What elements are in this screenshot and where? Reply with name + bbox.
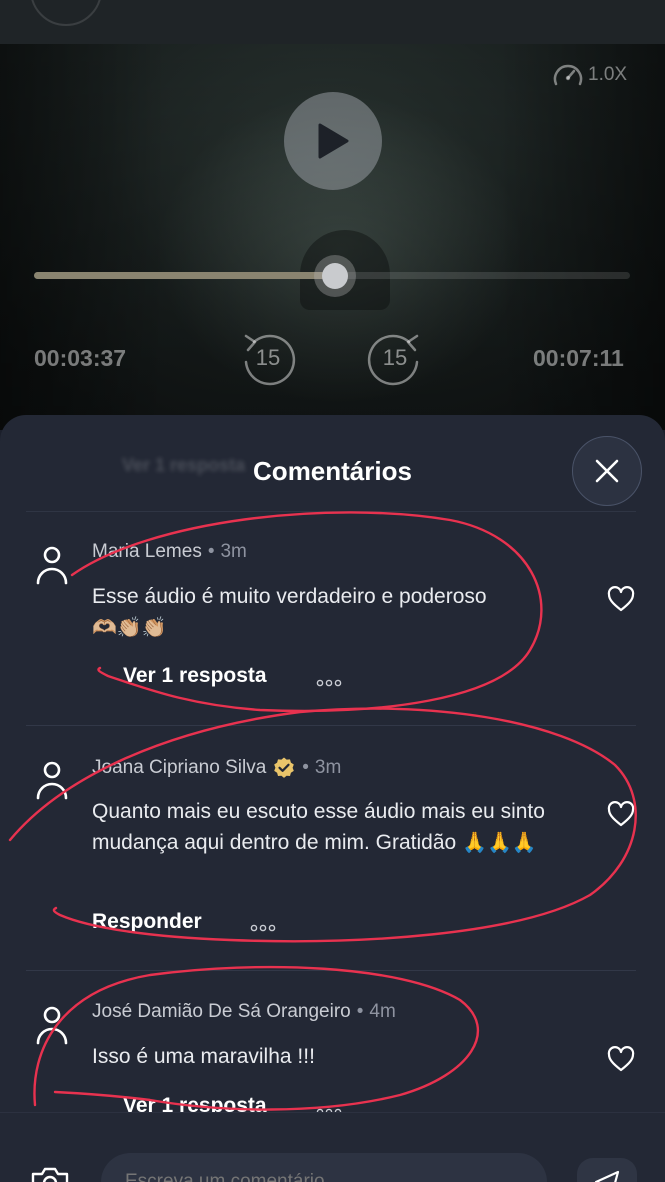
user-icon <box>36 1006 68 1045</box>
more-options-button[interactable] <box>250 919 276 932</box>
speed-label: 1.0X <box>588 64 628 85</box>
rewind-label: 15 <box>255 345 281 370</box>
author-name[interactable]: Maria Lemes <box>92 541 202 563</box>
author-name[interactable]: José Damião De Sá Orangeiro <box>92 1001 351 1023</box>
progress-fill <box>34 272 335 279</box>
comment-header: Joana Cipriano Silva • 3m <box>92 756 341 780</box>
comment-time: 3m <box>220 541 247 562</box>
send-icon <box>594 1170 620 1182</box>
close-button[interactable] <box>572 436 642 506</box>
more-dots-icon <box>250 924 276 932</box>
camera-icon[interactable] <box>30 1166 70 1182</box>
more-options-button[interactable] <box>316 674 342 687</box>
heart-icon <box>607 586 635 612</box>
reply-link[interactable]: Responder <box>92 910 202 934</box>
separator-dot: • <box>302 757 309 778</box>
rewind-15-button[interactable]: 15 <box>236 328 300 388</box>
author-name[interactable]: Joana Cipriano Silva <box>92 757 266 779</box>
view-replies-link[interactable]: Ver 1 resposta <box>123 664 267 688</box>
comment-divider <box>26 970 636 971</box>
back-button[interactable] <box>30 0 102 26</box>
elapsed-time: 00:03:37 <box>34 345 127 371</box>
comment-divider <box>26 725 636 726</box>
send-button[interactable] <box>577 1158 637 1182</box>
play-button[interactable] <box>284 92 382 190</box>
comment-emoji: 🙏🙏🙏 <box>462 832 537 854</box>
user-icon <box>36 546 68 585</box>
comment-header: José Damião De Sá Orangeiro • 4m <box>92 1001 396 1023</box>
avatar[interactable] <box>34 545 70 585</box>
heart-icon <box>607 1046 635 1072</box>
top-bar <box>0 0 665 44</box>
separator-dot: • <box>356 1001 364 1022</box>
progress-slider[interactable] <box>34 255 630 297</box>
speedometer-icon <box>553 64 583 86</box>
progress-knob[interactable] <box>313 255 356 297</box>
avatar[interactable] <box>34 760 70 800</box>
verified-badge-icon <box>274 757 295 778</box>
user-icon <box>36 761 68 800</box>
forward-label: 15 <box>382 345 408 370</box>
header-divider <box>26 511 636 512</box>
playback-speed-button[interactable]: 1.0X <box>552 62 627 88</box>
like-button[interactable] <box>607 586 635 612</box>
separator-dot: • <box>207 541 215 562</box>
comment-time: 3m <box>314 757 342 778</box>
more-dots-icon <box>316 679 342 687</box>
comment-text: Isso é uma maravilha !!! <box>92 1041 597 1072</box>
close-icon <box>595 459 619 483</box>
like-button[interactable] <box>607 801 635 827</box>
comment-emoji: 🫶🏼👏🏼👏🏼 <box>92 617 167 639</box>
play-icon <box>318 123 349 159</box>
more-options-button[interactable] <box>316 1103 342 1116</box>
heart-icon <box>607 801 635 827</box>
audio-player: 1.0X 00:03:37 00:07:11 15 15 <box>0 0 665 430</box>
comment-text-content: Isso é uma maravilha !!! <box>92 1045 315 1068</box>
comment-text-content: Esse áudio é muito verdadeiro e poderoso <box>92 585 487 608</box>
comment-text: Quanto mais eu escuto esse áudio mais eu… <box>92 796 597 859</box>
avatar[interactable] <box>34 1005 70 1045</box>
forward-15-button[interactable]: 15 <box>363 328 427 388</box>
comment-text: Esse áudio é muito verdadeiro e poderoso… <box>92 581 597 644</box>
comment-header: Maria Lemes • 3m <box>92 541 247 563</box>
comment-time: 4m <box>369 1001 396 1022</box>
comment-input[interactable] <box>101 1153 547 1182</box>
like-button[interactable] <box>607 1046 635 1072</box>
sheet-title: Comentários <box>253 456 412 486</box>
total-time: 00:07:11 <box>533 345 624 371</box>
